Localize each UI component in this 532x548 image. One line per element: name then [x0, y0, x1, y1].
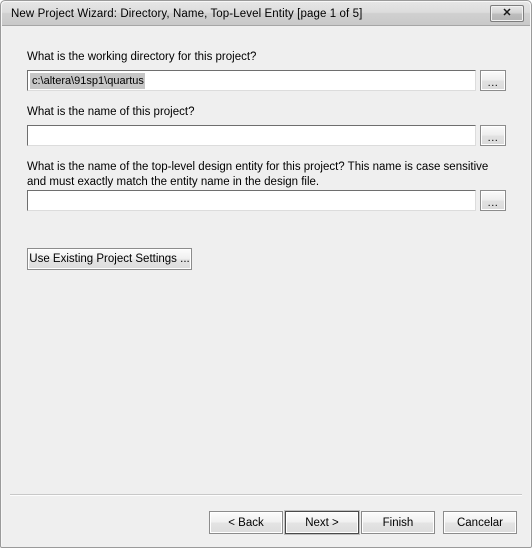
- footer-separator: [10, 494, 522, 496]
- project-name-browse-button[interactable]: ...: [480, 125, 506, 146]
- project-name-row: ...: [27, 125, 506, 146]
- top-level-entity-label: What is the name of the top-level design…: [27, 161, 492, 188]
- ellipsis-icon: ...: [487, 77, 499, 89]
- cancel-button[interactable]: Cancelar: [443, 511, 517, 534]
- finish-button[interactable]: Finish: [361, 511, 435, 534]
- next-button[interactable]: Next >: [285, 511, 359, 534]
- top-level-entity-row: ...: [27, 190, 506, 211]
- ellipsis-icon: ...: [487, 132, 499, 144]
- working-directory-input[interactable]: c:\altera\91sp1\quartus: [27, 70, 476, 91]
- top-level-entity-browse-button[interactable]: ...: [480, 190, 506, 211]
- use-existing-project-settings-button[interactable]: Use Existing Project Settings ...: [27, 248, 192, 270]
- top-level-entity-input[interactable]: [27, 190, 476, 211]
- working-directory-value: c:\altera\91sp1\quartus: [30, 72, 145, 89]
- new-project-wizard-dialog: New Project Wizard: Directory, Name, Top…: [0, 0, 532, 548]
- top-level-entity-value: [30, 200, 33, 202]
- window-title: New Project Wizard: Directory, Name, Top…: [11, 7, 363, 20]
- project-name-input[interactable]: [27, 125, 476, 146]
- ellipsis-icon: ...: [487, 197, 499, 209]
- title-bar: New Project Wizard: Directory, Name, Top…: [2, 2, 530, 26]
- working-directory-row: c:\altera\91sp1\quartus ...: [27, 70, 506, 91]
- back-button[interactable]: < Back: [209, 511, 283, 534]
- project-name-value: [30, 135, 33, 137]
- project-name-label: What is the name of this project?: [27, 106, 195, 118]
- dialog-button-bar: < Back Next > Finish Cancelar: [2, 509, 530, 547]
- close-button[interactable]: ✕: [490, 5, 524, 22]
- dialog-client-area: What is the working directory for this p…: [2, 26, 530, 547]
- working-directory-label: What is the working directory for this p…: [27, 51, 257, 63]
- working-directory-browse-button[interactable]: ...: [480, 70, 506, 91]
- close-icon: ✕: [502, 7, 512, 19]
